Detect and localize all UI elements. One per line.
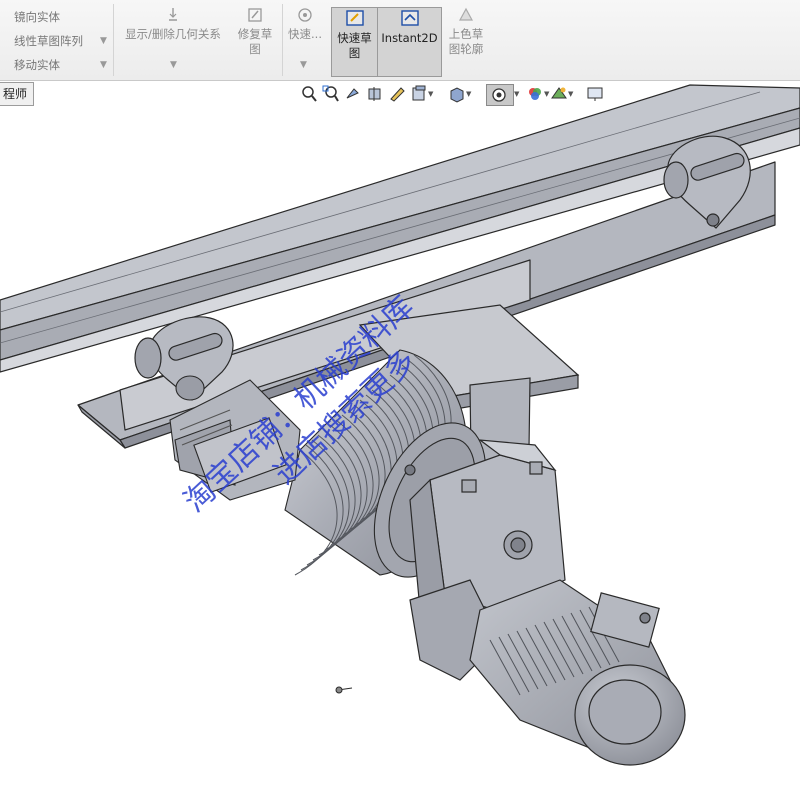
hide-show-items-icon[interactable] xyxy=(486,84,514,106)
repair-sketch-icon xyxy=(248,8,262,22)
linear-pattern-command[interactable]: 线性草图阵列 ▼ xyxy=(0,30,107,52)
chevron-down-icon[interactable]: ▼ xyxy=(466,90,471,98)
display-style-icon[interactable] xyxy=(448,84,466,104)
chevron-down-icon[interactable]: ▼ xyxy=(514,90,519,98)
chevron-down-icon[interactable]: ▼ xyxy=(428,90,433,98)
cad-application-window: 镜向实体 线性草图阵列 ▼ 移动实体 ▼ 显示/删除几何关系 ▼ 修复草图 快速… xyxy=(0,0,800,800)
view-orientation-icon[interactable] xyxy=(410,84,428,104)
chevron-down-icon[interactable]: ▼ xyxy=(568,90,573,98)
loose-screw xyxy=(335,686,353,694)
chevron-down-icon[interactable]: ▼ xyxy=(100,30,107,52)
view-settings-icon[interactable] xyxy=(586,84,604,104)
edit-appearance-icon[interactable] xyxy=(526,84,544,104)
quick-snap-icon xyxy=(298,8,312,22)
shaded-contours-icon xyxy=(458,7,474,21)
ribbon-separator xyxy=(113,4,114,76)
move-entities-command[interactable]: 移动实体 ▼ xyxy=(0,54,107,76)
dynamic-annotation-icon[interactable] xyxy=(388,84,406,104)
drive-motor xyxy=(469,579,686,766)
chevron-down-icon[interactable]: ▼ xyxy=(300,60,307,70)
3d-viewport[interactable] xyxy=(0,0,800,800)
instant2d-icon xyxy=(400,10,419,26)
repair-sketch-button[interactable]: 修复草图 xyxy=(232,6,278,57)
zoom-to-fit-icon[interactable] xyxy=(300,84,318,104)
apply-scene-icon[interactable] xyxy=(550,84,568,104)
chevron-down-icon[interactable]: ▼ xyxy=(100,54,107,76)
chevron-down-icon[interactable]: ▼ xyxy=(170,60,177,70)
rapid-sketch-button[interactable]: 快速草图 xyxy=(331,7,378,77)
tab-sketch-ink[interactable]: 程师 xyxy=(0,82,35,106)
mirror-entities-command[interactable]: 镜向实体 xyxy=(0,6,60,28)
relations-icon xyxy=(169,8,177,21)
shaded-sketch-contours-button[interactable]: 上色草 图轮廓 xyxy=(443,6,489,57)
quick-snaps-button[interactable]: 快速... xyxy=(284,6,326,42)
ribbon-separator xyxy=(282,4,283,76)
command-ribbon: 镜向实体 线性草图阵列 ▼ 移动实体 ▼ 显示/删除几何关系 ▼ 修复草图 快速… xyxy=(0,0,800,81)
previous-view-icon[interactable] xyxy=(344,84,362,104)
zoom-to-area-icon[interactable] xyxy=(322,84,340,104)
chevron-down-icon[interactable]: ▼ xyxy=(544,90,549,98)
show-delete-relations-button[interactable]: 显示/删除几何关系 xyxy=(118,6,228,42)
section-view-icon[interactable] xyxy=(366,84,384,104)
rapid-sketch-icon xyxy=(345,10,364,26)
instant2d-button[interactable]: Instant2D xyxy=(377,7,442,77)
